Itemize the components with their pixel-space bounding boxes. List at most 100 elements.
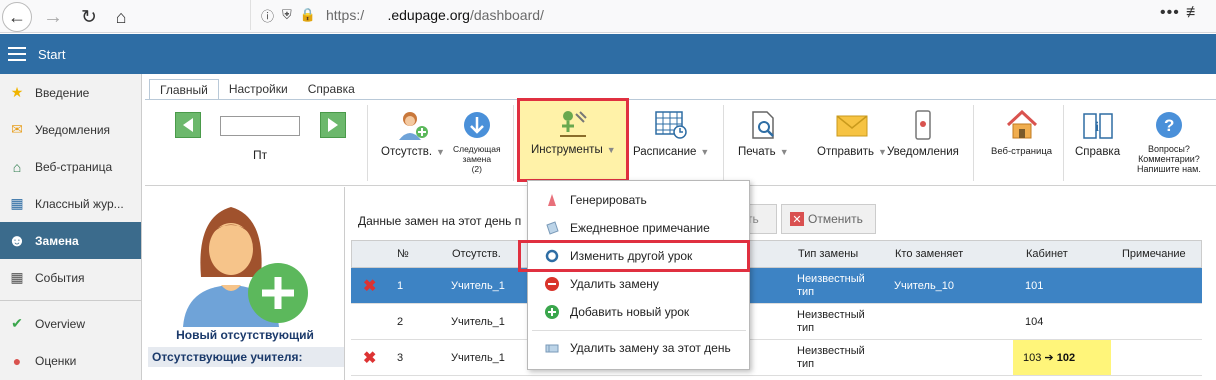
svg-text:?: ? <box>1164 116 1174 135</box>
col-note: Примечание <box>1122 248 1186 260</box>
cancel-button[interactable]: ✕ Отменить <box>781 204 876 234</box>
date-field[interactable] <box>220 116 300 136</box>
webpage-label: Веб-страница <box>991 146 1053 157</box>
menu-item-daily-note[interactable]: Ежедневное примечание <box>528 214 749 242</box>
sidebar-item-grades[interactable]: ● Оценки <box>0 342 141 379</box>
question-circle-icon: ? <box>1155 112 1182 138</box>
absent-teachers-header: Отсутствующие учителя: <box>148 347 344 367</box>
sidebar-divider <box>0 300 141 301</box>
feedback-button[interactable]: ? Вопросы? Комментарии? Напишите нам. <box>1137 110 1201 174</box>
info-icon[interactable]: ⓘ <box>261 6 274 25</box>
row-type: Неизвестный тип <box>797 272 865 298</box>
sidebar-item-label: Overview <box>35 316 86 331</box>
sidebar-item-notifications[interactable]: ✉ Уведомления <box>0 111 141 148</box>
new-absent-label[interactable]: Новый отсутствующий <box>145 328 345 342</box>
notifications-label: Уведомления <box>887 146 959 158</box>
tools-icon <box>560 111 588 137</box>
tools-dropdown-menu: Генерировать Ежедневное примечание Измен… <box>527 180 750 370</box>
tab-main[interactable]: Главный <box>149 79 219 99</box>
prev-day-button[interactable] <box>175 112 201 138</box>
row-room-change: 103 ➔ 102 <box>1013 340 1111 375</box>
row-num: 1 <box>397 279 404 292</box>
help-button[interactable]: i Справка <box>1075 110 1120 158</box>
help-label: Справка <box>1075 146 1121 158</box>
home-icon[interactable]: ⌂ <box>106 2 136 32</box>
row-who: Учитель_10 <box>894 279 955 292</box>
sidebar: ★ Введение ✉ Уведомления ⌂ Веб-страница … <box>0 74 142 380</box>
row-num: 2 <box>397 315 404 328</box>
menu-item-add-lesson[interactable]: Добавить новый урок <box>528 298 749 326</box>
svg-text:i: i <box>1095 120 1099 135</box>
print-label: Печать <box>738 146 776 158</box>
calendar-icon: ▦ <box>10 269 24 285</box>
grade-icon: ● <box>12 352 22 369</box>
change-lesson-highlight <box>518 240 750 272</box>
person-icon: ☻ <box>8 230 26 250</box>
row-type: Неизвестный тип <box>797 344 865 370</box>
address-bar[interactable]: ⓘ ⛨ 🔒 https:/ .edupage.org/dashboard/ <box>250 0 950 30</box>
next-sub-label-1: Следующая <box>453 144 501 154</box>
cancel-label: Отменить <box>808 212 863 226</box>
send-button[interactable]: Отправить ▼ <box>817 110 887 158</box>
next-day-button[interactable] <box>320 112 346 138</box>
delete-row-icon[interactable]: ✖ <box>363 340 376 375</box>
sidebar-item-events[interactable]: ▦ События <box>0 259 141 296</box>
delete-row-icon[interactable]: ✖ <box>363 268 376 303</box>
generate-icon <box>544 192 560 208</box>
row-room: 104 <box>1025 315 1044 328</box>
table-header: № Отсутств. Тип замены Кто заменяет Каби… <box>351 240 1202 268</box>
tab-help[interactable]: Справка <box>298 79 365 99</box>
row-type: Неизвестный тип <box>797 308 865 334</box>
sidebar-item-substitution[interactable]: ☻ Замена <box>0 222 141 259</box>
questions-label-2: Комментарии? <box>1138 154 1200 164</box>
sidebar-item-classbook[interactable]: ▦ Классный жур... <box>0 185 141 222</box>
col-type: Тип замены <box>798 248 859 260</box>
lock-icon: 🔒 <box>299 7 316 22</box>
new-absent-avatar[interactable] <box>181 197 311 327</box>
menu-item-delete-day[interactable]: Удалить замену за этот день <box>528 334 749 362</box>
row-absent: Учитель_1 <box>451 351 505 364</box>
tools-button[interactable]: Инструменты ▼ <box>531 108 616 156</box>
house-icon: ⌂ <box>12 158 22 175</box>
sidebar-item-intro[interactable]: ★ Введение <box>0 74 141 111</box>
next-sub-label-2: замена <box>462 154 492 164</box>
next-substitution-button[interactable]: Следующая замена (2) <box>453 110 501 174</box>
arrow-right-icon <box>328 118 338 132</box>
arrow-left-icon <box>183 118 193 132</box>
schedule-button[interactable]: Расписание ▼ <box>633 110 709 158</box>
reload-icon[interactable]: ↻ <box>74 2 104 32</box>
absences-button[interactable]: Отсутств. ▼ <box>381 110 445 158</box>
table-row[interactable]: ✖ 3 Учитель_1 Неизвестный тип 103 ➔ 102 <box>351 340 1202 376</box>
ribbon-divider <box>973 105 974 181</box>
print-button[interactable]: Печать ▼ <box>738 110 789 158</box>
notifications-button[interactable]: Уведомления <box>887 110 959 158</box>
extension-icon[interactable]: ≢ <box>1186 4 1202 22</box>
url-text: https:/ .edupage.org/dashboard/ <box>325 7 544 23</box>
profile-panel: Новый отсутствующий Отсутствующие учител… <box>145 187 345 380</box>
menu-item-generate[interactable]: Генерировать <box>528 186 749 214</box>
menu-item-label: Генерировать <box>570 193 647 207</box>
forward-arrow-icon[interactable]: → <box>38 2 68 32</box>
questions-label-1: Вопросы? <box>1147 144 1190 154</box>
eraser-icon <box>544 340 560 356</box>
table-row[interactable]: 2 Учитель_1 Неизвестный тип 104 <box>351 304 1202 340</box>
webpage-button[interactable]: Веб-страница <box>991 110 1052 157</box>
tab-settings[interactable]: Настройки <box>219 79 298 99</box>
browser-toolbar: ← → ↻ ⌂ ⓘ ⛨ 🔒 https:/ .edupage.org/dashb… <box>0 0 1216 33</box>
hamburger-menu-icon[interactable] <box>8 47 26 61</box>
sidebar-item-overview[interactable]: ✔ Overview <box>0 305 141 342</box>
menu-item-delete-substitution[interactable]: Удалить замену <box>528 270 749 298</box>
menu-item-label: Удалить замену за этот день <box>570 341 731 355</box>
house-icon <box>1006 110 1037 139</box>
questions-label-3: Напишите нам. <box>1137 164 1201 174</box>
sidebar-item-webpage[interactable]: ⌂ Веб-страница <box>0 148 141 185</box>
menu-item-label: Удалить замену <box>570 277 659 291</box>
sidebar-item-label: Введение <box>35 85 90 100</box>
page-actions-menu-icon[interactable]: ••• <box>1160 4 1180 22</box>
tools-label: Инструменты <box>531 144 603 156</box>
sidebar-item-label: События <box>35 270 85 285</box>
col-absent: Отсутств. <box>452 248 501 260</box>
back-arrow-icon[interactable]: ← <box>2 2 32 32</box>
ribbon-divider <box>367 105 368 181</box>
table-row[interactable]: ✖ 1 Учитель_1 Неизвестный тип Учитель_10 … <box>351 268 1202 304</box>
